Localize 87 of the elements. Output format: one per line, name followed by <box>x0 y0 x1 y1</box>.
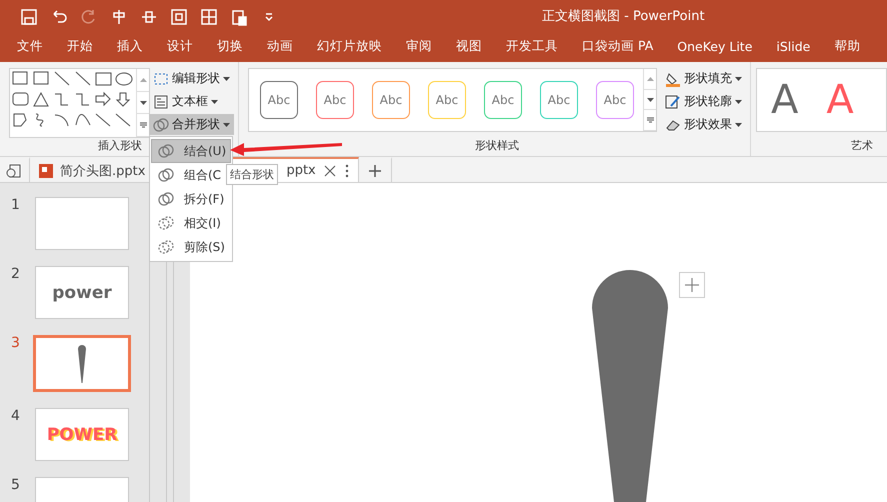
style-sample[interactable]: Abc <box>484 81 522 119</box>
caret-icon <box>223 76 230 80</box>
caret-icon <box>735 100 742 104</box>
ribbon-button[interactable]: 形状效果 <box>661 114 746 135</box>
tab-title: 简介头图.pptx <box>60 162 146 180</box>
more-icon[interactable] <box>344 162 350 178</box>
caret-icon <box>735 122 742 126</box>
slide-thumbnail[interactable] <box>33 335 131 392</box>
scroll-up-icon <box>140 76 146 83</box>
menu-tab[interactable]: 文件 <box>17 35 43 60</box>
merge-shapes-icon <box>153 116 169 132</box>
slide-thumbnail[interactable]: power <box>35 266 129 319</box>
menu-tab[interactable]: 开始 <box>67 35 93 60</box>
ribbon-button[interactable]: 形状轮廓 <box>661 91 746 112</box>
expand-icon <box>140 122 146 128</box>
slide-text: power <box>52 282 112 302</box>
menu-item[interactable]: 相交(I) <box>151 211 231 235</box>
menu-tab[interactable]: 帮助 <box>834 35 860 60</box>
menu-tab[interactable]: 设计 <box>167 35 193 60</box>
intersect-icon <box>158 215 174 231</box>
style-sample[interactable]: Abc <box>596 81 634 119</box>
ribbon-button[interactable]: 合并形状 <box>149 114 234 135</box>
style-sample[interactable]: Abc <box>260 81 298 119</box>
powerpoint-icon <box>38 162 54 178</box>
group-label: 形状样式 <box>475 138 519 154</box>
slide-number: 3 <box>11 335 21 351</box>
edit-shape-icon <box>153 70 169 86</box>
caret-icon <box>211 100 218 104</box>
menu-tab[interactable]: OneKey Lite <box>677 36 752 59</box>
menu-tab[interactable]: 切换 <box>217 35 243 60</box>
style-sample[interactable]: Abc <box>428 81 466 119</box>
combine-icon <box>158 167 174 183</box>
text-style-sample[interactable]: A <box>826 77 854 123</box>
menu-tab[interactable]: 动画 <box>267 35 293 60</box>
save-icon[interactable] <box>20 8 38 26</box>
slide-number: 4 <box>11 408 21 424</box>
history-icon <box>6 162 22 178</box>
fit-icon[interactable] <box>170 8 188 26</box>
style-sample[interactable]: Abc <box>540 81 578 119</box>
subtract-icon <box>158 239 174 255</box>
teardrop-shape <box>78 344 86 382</box>
slide-number: 1 <box>11 197 21 213</box>
tab-title: pptx <box>286 163 316 178</box>
close-icon[interactable] <box>322 162 338 178</box>
menu-tab[interactable]: 口袋动画 PA <box>582 35 654 60</box>
text-box-icon <box>153 94 169 110</box>
menu-tab[interactable]: 开发工具 <box>506 35 558 60</box>
ribbon-button[interactable]: 形状填充 <box>661 68 746 89</box>
pen-icon <box>665 94 681 110</box>
menu-tab[interactable]: 幻灯片放映 <box>317 35 382 60</box>
menu-tab[interactable]: iSlide <box>776 36 810 59</box>
art-gallery[interactable]: A A <box>756 68 887 132</box>
style-sample[interactable]: Abc <box>372 81 410 119</box>
shape-gallery[interactable] <box>9 68 150 138</box>
text-style-sample[interactable]: A <box>771 77 798 123</box>
ribbon-button[interactable]: 编辑形状 <box>149 68 234 89</box>
window-title: 正文横图截图 - PowerPoint <box>542 8 705 25</box>
scroll-down-icon <box>646 96 654 102</box>
menu-item[interactable]: 拆分(F) <box>151 187 231 211</box>
caret-icon <box>223 122 230 126</box>
slide-text: POWER <box>46 424 118 444</box>
group-label: 插入形状 <box>98 138 142 154</box>
ribbon-button[interactable]: 文本框 <box>149 91 234 112</box>
slide-number: 5 <box>11 477 21 493</box>
expand-icon <box>646 117 654 124</box>
menu-tab[interactable]: 审阅 <box>406 35 432 60</box>
menu-tab[interactable]: 视图 <box>456 35 482 60</box>
plus-icon <box>366 162 383 178</box>
group-label: 艺术 <box>851 138 874 154</box>
grid-icon[interactable] <box>200 8 218 26</box>
scroll-down-icon <box>140 100 146 106</box>
fragment-icon <box>158 191 174 207</box>
menu-tab[interactable]: 插入 <box>117 35 143 60</box>
add-button[interactable] <box>679 272 705 298</box>
tooltip: 结合形状 <box>226 164 278 185</box>
slide-number: 2 <box>11 266 21 282</box>
union-icon <box>158 143 174 159</box>
style-sample[interactable]: Abc <box>316 81 354 119</box>
paint-bucket-icon <box>665 70 681 86</box>
menu-item[interactable]: 剪除(S) <box>151 235 231 259</box>
scroll-up-icon <box>646 76 654 82</box>
style-gallery[interactable]: Abc Abc Abc Abc Abc Abc Abc <box>248 68 657 132</box>
caret-icon <box>735 76 742 80</box>
paste-icon[interactable] <box>230 8 248 26</box>
slide-thumbnail[interactable] <box>35 197 129 250</box>
slide-thumbnail[interactable]: POWER <box>35 408 129 461</box>
menu-item[interactable]: 结合(U) <box>151 139 231 163</box>
